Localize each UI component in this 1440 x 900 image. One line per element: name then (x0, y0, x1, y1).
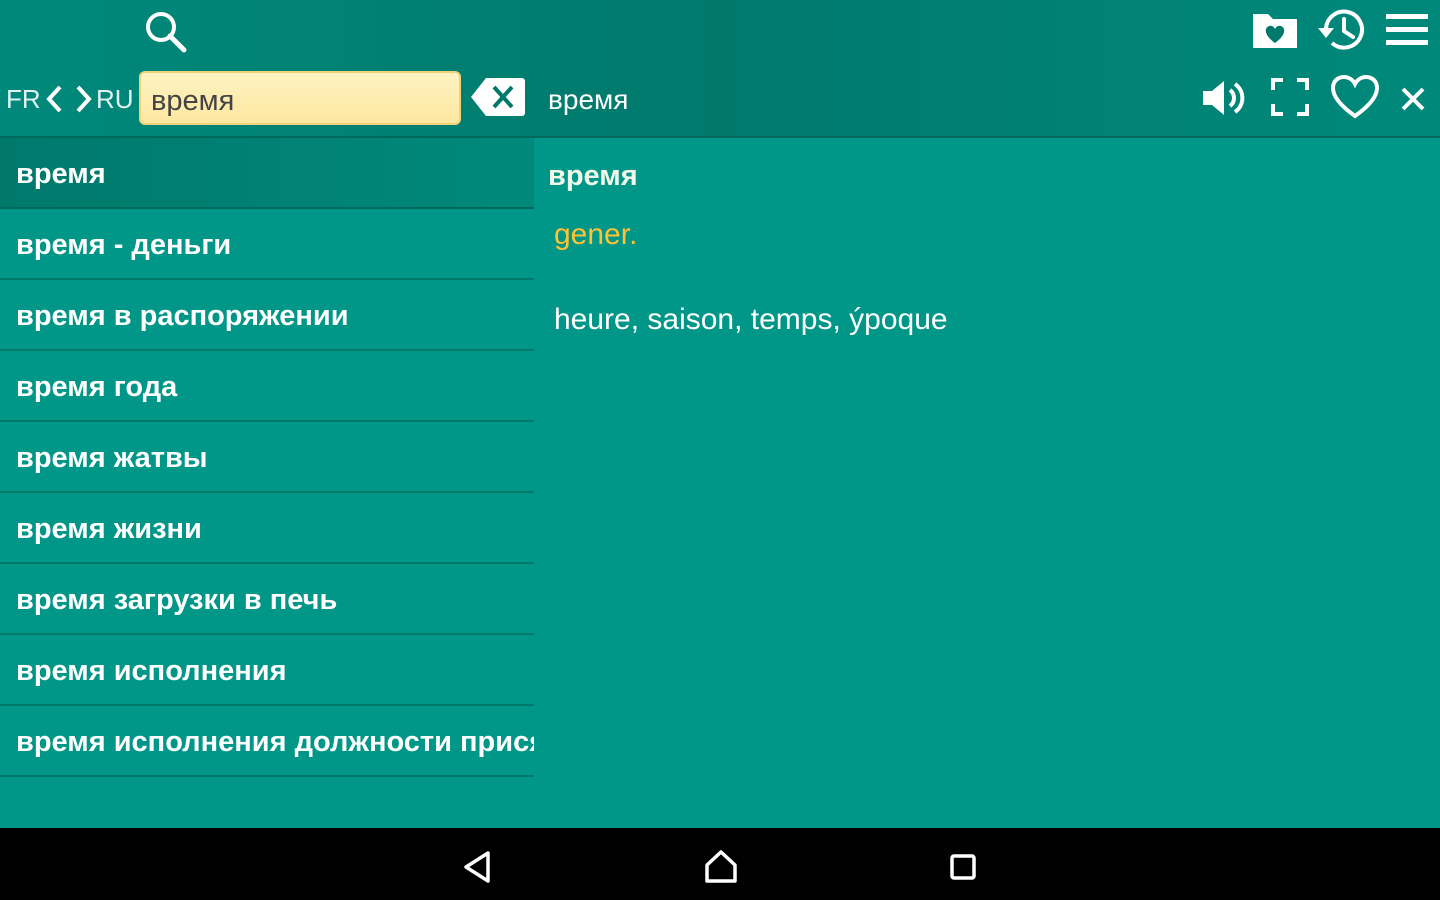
list-item[interactable]: время жизни (0, 493, 534, 564)
history-icon[interactable] (1316, 6, 1368, 54)
list-item[interactable]: время жатвы (0, 422, 534, 493)
list-item[interactable]: время - деньги (0, 209, 534, 280)
search-input[interactable] (139, 71, 461, 125)
list-item-label: время (16, 157, 106, 190)
list-item[interactable]: время загрузки в печь (0, 564, 534, 635)
chevron-right-icon[interactable] (72, 84, 94, 114)
list-item-label: время исполнения должности присяжного (16, 725, 534, 758)
entry-headword: время (548, 160, 638, 192)
list-item-label: время - деньги (16, 228, 232, 261)
translation-panel: время gener. heure, saison, temps, ýpoqu… (534, 138, 1440, 828)
speaker-icon[interactable] (1200, 76, 1248, 120)
system-nav-bar (0, 828, 1440, 900)
recents-icon[interactable] (948, 852, 978, 882)
list-item-label: время жатвы (16, 441, 208, 474)
target-language-label[interactable]: RU (96, 84, 134, 115)
list-item-label: время исполнения (16, 654, 287, 687)
list-item[interactable]: время (0, 138, 534, 209)
back-icon[interactable] (462, 850, 494, 884)
list-item-label: время года (16, 370, 178, 403)
list-item[interactable]: время исполнения (0, 635, 534, 706)
favorites-folder-icon[interactable] (1250, 8, 1300, 52)
chevron-left-icon[interactable] (44, 84, 66, 114)
source-language-label[interactable]: FR (6, 84, 41, 115)
list-item-label: время в распоряжении (16, 299, 349, 332)
list-item[interactable]: время в распоряжении (0, 280, 534, 351)
menu-icon[interactable] (1384, 10, 1430, 50)
list-item-label: время загрузки в печь (16, 583, 338, 616)
list-item-label: время жизни (16, 512, 202, 545)
fullscreen-icon[interactable] (1270, 77, 1310, 117)
backspace-icon[interactable] (470, 76, 526, 118)
heart-icon[interactable] (1330, 74, 1380, 120)
word-list: время время - деньги время в распоряжени… (0, 138, 534, 828)
entry-translation: heure, saison, temps, ýpoque (554, 303, 948, 336)
list-item[interactable]: время года (0, 351, 534, 422)
entry-category-label: gener. (554, 218, 638, 251)
list-item[interactable]: время исполнения должности присяжного (0, 706, 534, 777)
home-icon[interactable] (703, 848, 739, 884)
header-word-title: время (548, 84, 629, 115)
search-icon[interactable] (142, 8, 188, 54)
app-header: FR RU время (0, 0, 1440, 138)
close-icon[interactable] (1398, 84, 1428, 114)
